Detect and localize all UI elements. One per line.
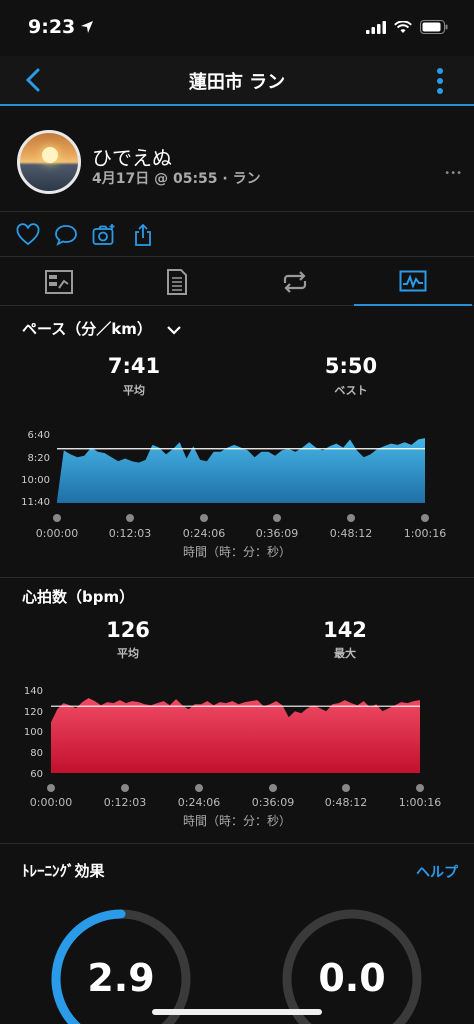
camera-icon[interactable]: [92, 223, 116, 247]
pace-plot: [57, 438, 425, 503]
hr-xtick: 0:00:00: [29, 796, 73, 809]
tab-laps[interactable]: [118, 258, 236, 306]
home-indicator: [152, 1009, 322, 1015]
hr-xtick: 0:12:03: [103, 796, 147, 809]
pace-xtick-dot: [200, 514, 208, 522]
loop-icon: [283, 271, 307, 293]
hr-max-label: 最大: [334, 647, 356, 660]
hr-avg-value: 126: [106, 618, 150, 642]
hr-xtick-dot: [269, 784, 277, 792]
pace-avg-label: 平均: [123, 384, 145, 397]
hr-plot: [51, 698, 420, 773]
hr-xtick-dot: [416, 784, 424, 792]
pace-title-label: ペース（分／km）: [22, 320, 152, 338]
battery-icon: [420, 20, 448, 34]
wifi-icon: [394, 20, 412, 33]
pace-xtick: 0:36:09: [255, 527, 299, 540]
pace-title[interactable]: ペース（分／km）: [22, 318, 181, 339]
laps-icon: [167, 269, 187, 295]
pace-xtick: 0:12:03: [108, 527, 152, 540]
hr-xtick-dot: [121, 784, 129, 792]
section-divider: [0, 843, 474, 844]
comment-icon[interactable]: [54, 223, 78, 247]
avatar[interactable]: [17, 130, 81, 194]
sunrise-image: [42, 147, 58, 163]
user-name[interactable]: ひでえぬ: [92, 142, 172, 171]
section-divider: [0, 577, 474, 578]
pace-xtick-dot: [273, 514, 281, 522]
pace-chart[interactable]: 6:40 8:20 10:00 11:40 0:00:00 0:12:03 0:…: [0, 420, 474, 560]
tab-loop[interactable]: [236, 258, 354, 306]
chart-icon: [399, 270, 427, 292]
nav-bar: 蓮田市 ラン: [0, 56, 474, 106]
heart-rate-chart[interactable]: 140 120 100 80 60 0:00:00 0:12:03 0:24:0…: [0, 680, 474, 830]
pace-xtick: 0:48:12: [329, 527, 373, 540]
more-vertical-icon[interactable]: [430, 66, 450, 96]
pace-xtick: 0:00:00: [35, 527, 79, 540]
activity-meta: 4月17日 @ 05:55 · ラン: [92, 171, 261, 187]
status-time: 9:23: [28, 16, 76, 38]
activity-header: ひでえぬ 4月17日 @ 05:55 · ラン •••: [0, 108, 474, 212]
heart-rate-title: 心拍数（bpm）: [22, 588, 135, 606]
help-link[interactable]: ヘルプ: [416, 862, 458, 882]
summary-icon: [45, 270, 73, 294]
hr-area: [51, 698, 420, 773]
hr-max-value: 142: [323, 618, 367, 642]
hr-xtick: 1:00:16: [398, 796, 442, 809]
pace-area: [57, 438, 425, 503]
training-effect-title: ﾄﾚｰﾆﾝｸﾞ効果: [22, 862, 105, 880]
location-arrow-icon: [81, 21, 93, 33]
hr-xtick: 0:24:06: [177, 796, 221, 809]
heart-icon[interactable]: [16, 223, 40, 247]
hr-xtick-dot: [342, 784, 350, 792]
pace-best-label: ベスト: [334, 384, 368, 397]
tab-summary[interactable]: [0, 258, 118, 306]
status-bar: 9:23: [0, 0, 474, 56]
device-badge: •••: [444, 168, 462, 179]
tab-charts[interactable]: [354, 258, 472, 306]
pace-xtick-dot: [421, 514, 429, 522]
page-title: 蓮田市 ラン: [188, 72, 286, 93]
cellular-signal-icon: [366, 20, 386, 34]
share-icon[interactable]: [131, 223, 155, 247]
hr-xtick: 0:36:09: [251, 796, 295, 809]
pace-xtick-dot: [347, 514, 355, 522]
pace-xaxis-title: 時間（時：分：秒）: [182, 545, 291, 559]
pace-xtick-dot: [126, 514, 134, 522]
hr-xaxis-title: 時間（時：分：秒）: [182, 814, 291, 828]
anaerobic-value: 0.0: [318, 956, 386, 1000]
pace-xtick: 0:24:06: [182, 527, 226, 540]
action-bar: [0, 213, 474, 257]
status-indicators: [366, 20, 448, 34]
pace-xtick: 1:00:16: [403, 527, 447, 540]
pace-xtick-dot: [53, 514, 61, 522]
activity-tabs: [0, 258, 474, 306]
hr-xtick-dot: [47, 784, 55, 792]
aerobic-value: 2.9: [87, 956, 155, 1000]
pace-avg-value: 7:41: [107, 354, 161, 378]
hr-xtick-dot: [195, 784, 203, 792]
chevron-down-icon[interactable]: [167, 325, 181, 335]
hr-xtick: 0:48:12: [324, 796, 368, 809]
hr-avg-label: 平均: [117, 647, 139, 660]
pace-best-value: 5:50: [324, 354, 378, 378]
